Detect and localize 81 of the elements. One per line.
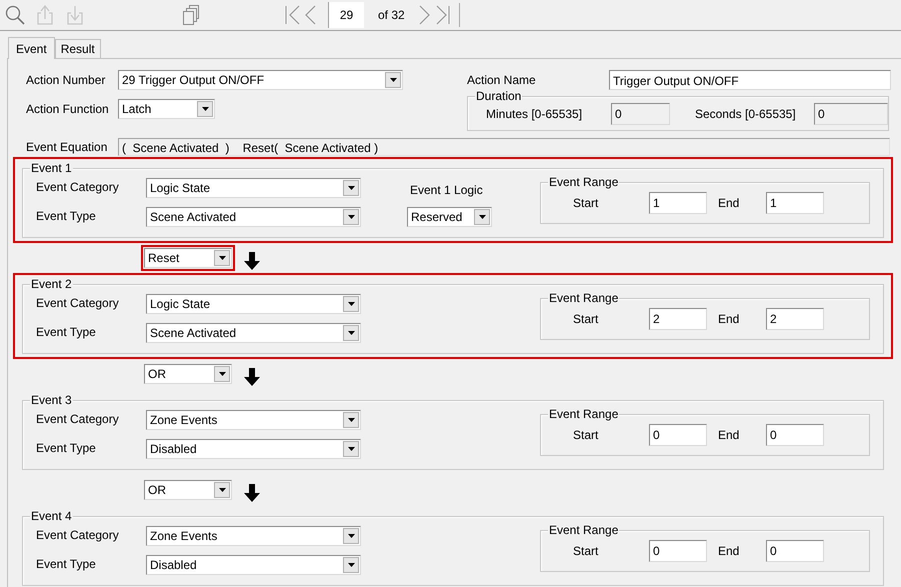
dropdown[interactable]: Latch xyxy=(118,99,215,119)
caret-icon[interactable] xyxy=(348,186,354,190)
dropdown[interactable]: Zone Events xyxy=(146,526,361,546)
dropdown[interactable]: Scene Activated xyxy=(146,323,361,343)
caret-icon[interactable] xyxy=(478,215,486,219)
caret-icon[interactable] xyxy=(348,215,354,219)
dropdown[interactable]: 29 Trigger Output ON/OFF xyxy=(118,70,403,90)
group-title: Event 2 xyxy=(30,277,73,291)
caret-icon[interactable] xyxy=(348,563,354,567)
field-label: End xyxy=(718,543,740,560)
dropdown[interactable]: Disabled xyxy=(146,439,361,459)
caret-icon[interactable] xyxy=(218,256,226,260)
group-title: Event 3 xyxy=(30,393,73,407)
field-label: Event Equation xyxy=(26,139,108,156)
dropdown[interactable]: Reserved xyxy=(407,207,492,227)
copy-icon[interactable] xyxy=(182,4,200,26)
group-title: Event 1 xyxy=(30,161,73,175)
caret-icon[interactable] xyxy=(348,418,354,422)
caret-icon[interactable] xyxy=(348,331,354,335)
input-field[interactable]: 2 xyxy=(649,308,707,330)
dropdown[interactable]: Logic State xyxy=(146,294,361,314)
field-label: End xyxy=(718,195,740,212)
dropdown[interactable]: Zone Events xyxy=(146,410,361,430)
down-arrow-icon[interactable] xyxy=(244,368,260,386)
dropdown[interactable]: Scene Activated xyxy=(146,207,361,227)
field-label: Action Number xyxy=(26,72,106,89)
input-field[interactable]: 0 xyxy=(814,102,888,124)
caret-icon[interactable] xyxy=(348,447,354,451)
down-arrow-icon[interactable] xyxy=(244,252,260,270)
input-field[interactable]: 2 xyxy=(766,308,824,330)
field-label: Start xyxy=(573,195,600,212)
page-count: of 32 xyxy=(378,7,405,24)
search-icon[interactable] xyxy=(4,4,26,26)
caret-icon[interactable] xyxy=(390,78,396,82)
dropdown[interactable]: OR xyxy=(144,480,232,500)
input-field[interactable]: 0 xyxy=(766,424,824,446)
equation-field: ( Scene Activated ) Reset( Scene Activated ) xyxy=(118,138,890,156)
group-title: Event Range xyxy=(548,523,620,537)
caret-icon[interactable] xyxy=(348,534,354,538)
page-field[interactable]: 29 xyxy=(328,2,364,28)
dropdown[interactable]: Disabled xyxy=(146,555,361,575)
dropdown[interactable]: Reset xyxy=(144,248,232,268)
field-label: Start xyxy=(573,427,600,444)
group-title: Event Range xyxy=(548,407,620,421)
field-label: Event Type xyxy=(36,208,97,225)
input-field[interactable]: 0 xyxy=(649,424,707,446)
field-label: Event Type xyxy=(36,440,97,457)
field-label: Event 1 Logic xyxy=(410,182,484,199)
field-label: Minutes [0-65535] xyxy=(486,106,584,122)
field-label: Event Type xyxy=(36,324,97,341)
group-title: Event Range xyxy=(548,175,620,189)
group-title: Event Range xyxy=(548,291,620,305)
field-label: End xyxy=(718,427,740,444)
group-title: Duration xyxy=(475,89,522,103)
field-label: Action Name xyxy=(467,72,537,89)
input-field[interactable]: 0 xyxy=(766,540,824,562)
group-title: Event 4 xyxy=(30,509,73,523)
field-label: Event Category xyxy=(36,179,120,196)
field-label: Start xyxy=(573,311,600,328)
field-label: Action Function xyxy=(26,101,110,118)
caret-icon[interactable] xyxy=(218,372,226,376)
field-label: Event Category xyxy=(36,295,120,312)
input-field[interactable]: Trigger Output ON/OFF xyxy=(609,70,891,90)
dropdown[interactable]: OR xyxy=(144,364,232,384)
caret-icon[interactable] xyxy=(202,107,208,111)
input-field[interactable]: 1 xyxy=(766,192,824,214)
down-arrow-icon[interactable] xyxy=(244,484,260,502)
field-label: Event Category xyxy=(36,527,120,544)
field-label: Event Category xyxy=(36,411,120,428)
field-label: Seconds [0-65535] xyxy=(694,106,797,122)
input-field[interactable]: 0 xyxy=(649,540,707,562)
dropdown[interactable]: Logic State xyxy=(146,178,361,198)
caret-icon[interactable] xyxy=(348,302,354,306)
tab[interactable]: Result xyxy=(54,39,101,58)
caret-icon[interactable] xyxy=(218,488,226,492)
tab[interactable]: Event xyxy=(8,37,55,59)
field-label: Event Type xyxy=(36,556,97,573)
input-field[interactable]: 0 xyxy=(610,102,670,124)
input-field[interactable]: 1 xyxy=(649,192,707,214)
field-label: Start xyxy=(573,543,600,560)
field-label: End xyxy=(718,311,740,328)
